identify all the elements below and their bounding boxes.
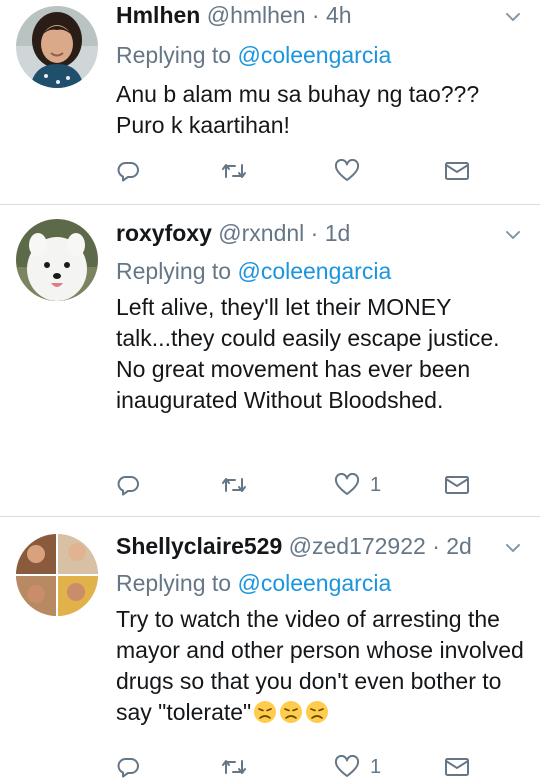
timestamp[interactable]: 4h <box>326 2 352 28</box>
tweet-header: Hmlhen @hmlhen · 4h <box>116 0 500 30</box>
avatar[interactable] <box>16 534 98 616</box>
retweet-icon <box>222 164 246 178</box>
replying-to: Replying to @coleengarcia <box>116 40 391 70</box>
chevron-down-icon[interactable] <box>504 226 522 244</box>
mention-link[interactable]: @coleengarcia <box>237 42 391 68</box>
heart-icon <box>334 159 360 181</box>
tweet[interactable]: roxyfoxy @rxndnl · 1d Replying to @colee… <box>0 205 540 517</box>
disappointed-face-icon <box>253 700 277 724</box>
avatar[interactable] <box>16 6 98 88</box>
display-name[interactable]: Hmlhen <box>116 2 200 28</box>
retweet-icon <box>222 478 246 492</box>
like-button[interactable]: 1 <box>334 470 381 500</box>
reply-button[interactable] <box>116 156 140 186</box>
heart-icon <box>334 473 360 495</box>
display-name[interactable]: Shellyclaire529 <box>116 533 282 559</box>
replying-prefix: Replying to <box>116 42 238 68</box>
retweet-button[interactable] <box>220 470 248 500</box>
tweet-header: roxyfoxy @rxndnl · 1d <box>116 218 500 248</box>
tweet-text: Try to watch the video of arresting the … <box>116 604 526 728</box>
tweet-header: Shellyclaire529 @zed172922 · 2d <box>116 531 504 561</box>
replying-to: Replying to @coleengarcia <box>116 256 391 286</box>
timestamp[interactable]: 1d <box>325 220 351 246</box>
envelope-icon <box>445 476 469 494</box>
separator: · <box>310 220 319 246</box>
like-count: 1 <box>370 473 382 496</box>
like-count: 1 <box>370 755 382 778</box>
reply-button[interactable] <box>116 470 140 500</box>
message-button[interactable] <box>444 156 470 186</box>
avatar[interactable] <box>16 219 98 301</box>
envelope-icon <box>445 758 469 776</box>
replying-prefix: Replying to <box>116 258 238 284</box>
separator: · <box>432 533 440 559</box>
disappointed-face-icon <box>305 700 329 724</box>
mention-link[interactable]: @coleengarcia <box>237 258 391 284</box>
mention-link[interactable]: @coleengarcia <box>237 570 391 596</box>
chevron-down-icon[interactable] <box>504 8 522 26</box>
reply-icon <box>117 162 139 182</box>
tweet-text: Left alive, they'll let their MONEY talk… <box>116 294 500 413</box>
envelope-icon <box>445 162 469 180</box>
message-button[interactable] <box>444 470 470 500</box>
replying-to: Replying to @coleengarcia <box>116 568 391 598</box>
action-bar <box>116 156 496 186</box>
retweet-icon <box>222 760 246 774</box>
display-name[interactable]: roxyfoxy <box>116 220 212 246</box>
tweet-text: Anu b alam mu sa buhay ng tao??? Puro k … <box>116 81 480 138</box>
action-bar: 1 <box>116 470 496 500</box>
retweet-button[interactable] <box>220 156 248 186</box>
heart-icon <box>334 755 360 777</box>
timestamp[interactable]: 2d <box>446 533 472 559</box>
replying-prefix: Replying to <box>116 570 238 596</box>
user-handle[interactable]: @rxndnl <box>218 220 304 246</box>
separator: · <box>311 2 320 28</box>
reply-icon <box>117 758 139 778</box>
tweet[interactable]: Hmlhen @hmlhen · 4h Replying to @coleeng… <box>0 0 540 205</box>
user-handle[interactable]: @hmlhen <box>207 2 306 28</box>
tweet[interactable]: Shellyclaire529 @zed172922 · 2d Replying… <box>0 517 540 778</box>
like-button[interactable] <box>334 156 370 186</box>
chevron-down-icon[interactable] <box>504 539 522 557</box>
disappointed-face-icon <box>279 700 303 724</box>
reply-icon <box>117 476 139 496</box>
user-handle[interactable]: @zed172922 <box>289 533 426 559</box>
